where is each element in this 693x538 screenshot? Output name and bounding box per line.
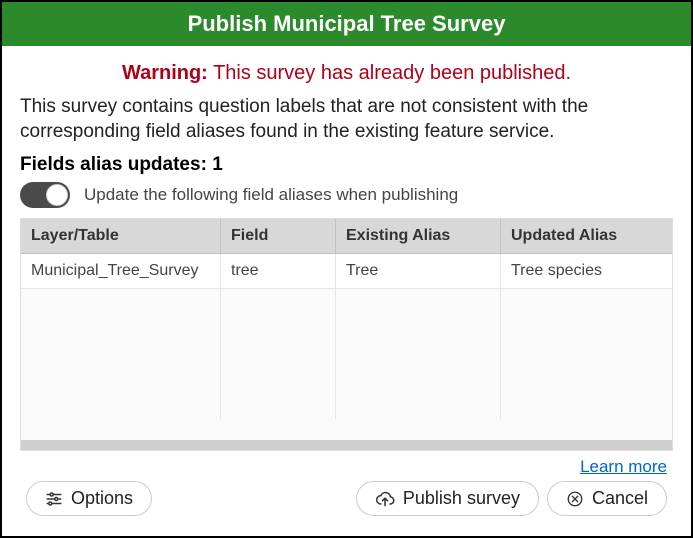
options-label: Options xyxy=(71,488,133,509)
options-button[interactable]: Options xyxy=(26,481,152,516)
table-body: Municipal_Tree_Survey tree Tree Tree spe… xyxy=(21,254,672,440)
dialog-content: Warning: This survey has already been pu… xyxy=(2,46,691,536)
col-layer[interactable]: Layer/Table xyxy=(21,219,221,254)
cancel-label: Cancel xyxy=(592,488,648,509)
alias-heading-label: Fields alias updates: xyxy=(20,154,207,175)
dialog-footer: Options Publish survey xyxy=(20,479,673,526)
col-updated-alias[interactable]: Updated Alias xyxy=(501,219,672,254)
col-field[interactable]: Field xyxy=(221,219,336,254)
toggle-row: Update the following field aliases when … xyxy=(20,182,673,208)
cell-layer: Municipal_Tree_Survey xyxy=(21,254,221,289)
publish-label: Publish survey xyxy=(403,488,520,509)
close-circle-icon xyxy=(566,490,584,508)
cell-updated: Tree species xyxy=(501,254,672,289)
alias-updates-heading: Fields alias updates: 1 xyxy=(20,154,673,176)
table-row[interactable]: Municipal_Tree_Survey tree Tree Tree spe… xyxy=(21,254,672,289)
table-header-row: Layer/Table Field Existing Alias Updated… xyxy=(21,219,672,254)
update-aliases-toggle[interactable] xyxy=(20,182,70,208)
cancel-button[interactable]: Cancel xyxy=(547,481,667,516)
table-empty-area xyxy=(21,289,672,419)
learn-more-link[interactable]: Learn more xyxy=(580,457,667,477)
publish-survey-button[interactable]: Publish survey xyxy=(356,481,539,516)
cell-existing: Tree xyxy=(336,254,501,289)
toggle-label: Update the following field aliases when … xyxy=(84,185,458,205)
info-text: This survey contains question labels tha… xyxy=(20,95,673,144)
dialog-title: Publish Municipal Tree Survey xyxy=(188,11,506,37)
warning-message: This survey has already been published. xyxy=(213,62,571,84)
horizontal-scrollbar[interactable] xyxy=(21,440,672,450)
cell-field: tree xyxy=(221,254,336,289)
publish-dialog: Publish Municipal Tree Survey Warning: T… xyxy=(0,0,693,538)
toggle-knob xyxy=(46,184,68,206)
cloud-upload-icon xyxy=(375,490,395,508)
alias-heading-count: 1 xyxy=(212,154,223,175)
sliders-icon xyxy=(45,490,63,508)
learn-more-row: Learn more xyxy=(20,451,673,479)
warning-line: Warning: This survey has already been pu… xyxy=(20,62,673,85)
col-existing-alias[interactable]: Existing Alias xyxy=(336,219,501,254)
titlebar: Publish Municipal Tree Survey xyxy=(2,2,691,46)
alias-table: Layer/Table Field Existing Alias Updated… xyxy=(20,218,673,451)
warning-prefix: Warning: xyxy=(122,62,208,84)
